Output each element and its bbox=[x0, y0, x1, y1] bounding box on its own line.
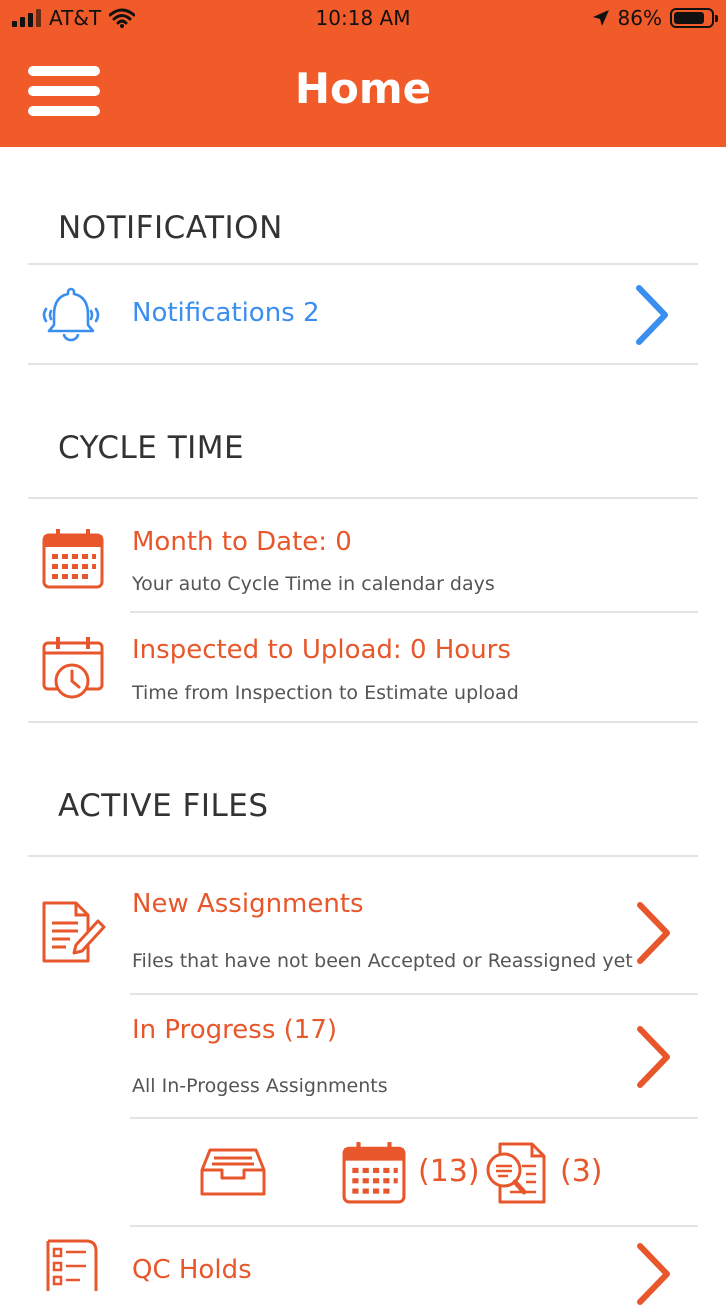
notifications-row[interactable]: Notifications 2 bbox=[28, 265, 698, 363]
bell-icon bbox=[42, 287, 100, 342]
new-assignments-title: New Assignments bbox=[132, 889, 364, 919]
qc-holds-title: QC Holds bbox=[132, 1255, 252, 1285]
new-assignments-subtitle: Files that have not been Accepted or Rea… bbox=[132, 950, 633, 972]
navigation-bar: Home bbox=[0, 36, 726, 147]
inbox-tray-icon[interactable] bbox=[200, 1146, 266, 1198]
in-progress-title: In Progress (17) bbox=[132, 1015, 338, 1045]
month-to-date-row[interactable]: Month to Date: 0 Your auto Cycle Time in… bbox=[28, 499, 698, 611]
battery-icon bbox=[670, 8, 718, 28]
inspected-to-upload-subtitle: Time from Inspection to Estimate upload bbox=[132, 682, 519, 704]
chevron-right-icon bbox=[637, 1243, 670, 1305]
calendar-clock-icon bbox=[42, 637, 104, 699]
status-bar: AT&T 10:18 AM 86% bbox=[0, 0, 726, 36]
inspected-to-upload-row[interactable]: Inspected to Upload: 0 Hours Time from I… bbox=[28, 613, 698, 721]
battery-percent: 86% bbox=[617, 6, 662, 30]
page-title: Home bbox=[294, 64, 432, 113]
battery-fill bbox=[674, 12, 705, 24]
month-to-date-subtitle: Your auto Cycle Time in calendar days bbox=[132, 573, 495, 595]
divider bbox=[130, 1117, 698, 1119]
status-right: 86% bbox=[592, 6, 718, 30]
qc-review-count[interactable]: (3) bbox=[560, 1154, 603, 1189]
divider bbox=[28, 363, 698, 365]
scheduled-count[interactable]: (13) bbox=[418, 1154, 480, 1189]
chevron-right-icon bbox=[636, 285, 668, 345]
qc-holds-row[interactable]: QC Holds bbox=[28, 1227, 698, 1305]
chevron-right-icon bbox=[637, 902, 670, 964]
month-to-date-title: Month to Date: 0 bbox=[132, 527, 352, 557]
calendar-icon[interactable] bbox=[342, 1140, 406, 1204]
chevron-right-icon bbox=[637, 1026, 670, 1088]
in-progress-row[interactable]: In Progress (17) All In-Progess Assignme… bbox=[28, 995, 698, 1117]
document-edit-icon bbox=[42, 901, 106, 963]
checklist-icon bbox=[46, 1239, 98, 1291]
cycle-time-heading: CYCLE TIME bbox=[58, 430, 245, 466]
in-progress-subtitle: All In-Progess Assignments bbox=[132, 1075, 388, 1097]
new-assignments-row[interactable]: New Assignments Files that have not been… bbox=[28, 857, 698, 993]
notifications-label: Notifications 2 bbox=[132, 298, 320, 328]
calendar-icon bbox=[42, 529, 104, 589]
active-files-heading: ACTIVE FILES bbox=[58, 788, 269, 824]
notification-heading: NOTIFICATION bbox=[58, 210, 283, 246]
inspected-to-upload-title: Inspected to Upload: 0 Hours bbox=[132, 635, 511, 665]
divider bbox=[28, 721, 698, 723]
location-arrow-icon bbox=[592, 10, 609, 26]
document-search-icon[interactable] bbox=[482, 1140, 548, 1206]
